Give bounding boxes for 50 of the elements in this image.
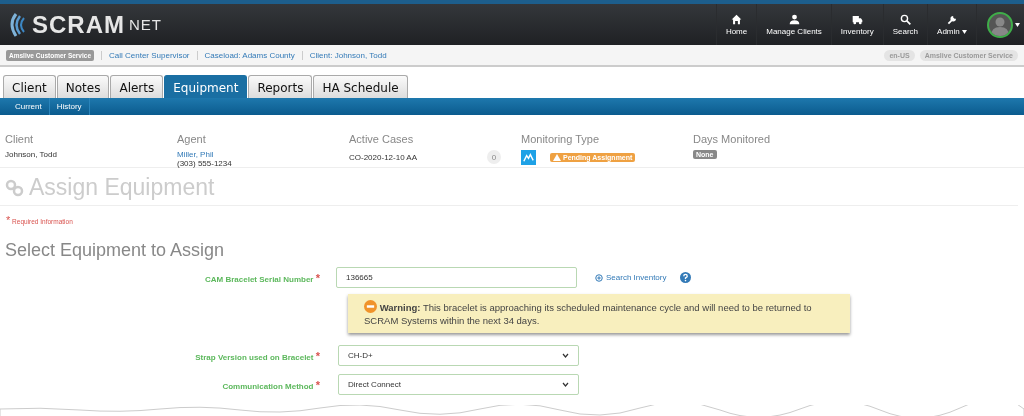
case-number: CO-2020-12-10 AA <box>349 152 418 162</box>
link-icon <box>5 178 25 197</box>
breadcrumb-link[interactable]: Caseload: Adams County <box>204 50 295 60</box>
logo-text: NET <box>129 16 162 33</box>
help-icon <box>680 272 692 283</box>
tab[interactable]: Alerts <box>110 75 164 98</box>
search-inventory-link[interactable]: Search Inventory <box>595 273 667 282</box>
agent-phone: (303) 555-1234 <box>177 159 233 168</box>
tab[interactable]: Equipment <box>164 75 248 98</box>
warning-icon <box>553 154 561 161</box>
field-label: Active Cases <box>349 133 415 145</box>
field-label: Days Monitored <box>693 133 772 145</box>
serial-input[interactable]: 136665 <box>336 267 577 288</box>
subnav-link[interactable]: Current <box>8 98 50 115</box>
tab[interactable]: Reports <box>248 75 313 98</box>
field-label: Strap Version used on Bracelet <box>195 352 314 362</box>
select-dropdown[interactable]: Direct Connect <box>338 374 579 395</box>
client-name: Johnson, Todd <box>5 150 58 159</box>
subnav-link[interactable]: History <box>49 98 90 115</box>
tab[interactable]: HA Schedule <box>313 75 408 98</box>
field-label: Monitoring Type <box>521 133 601 145</box>
field-label: Communication Method <box>222 381 314 391</box>
field-label: CAM Bracelet Serial Number <box>205 274 314 284</box>
chart-icon <box>521 150 536 165</box>
wrench-icon <box>946 13 958 25</box>
home-icon <box>731 13 743 25</box>
field-label: Agent <box>177 133 207 145</box>
count-badge: 0 <box>487 150 502 164</box>
section-title: Select Equipment to Assign <box>4 240 226 262</box>
breadcrumb-link[interactable]: Client: Johnson, Todd <box>309 50 387 60</box>
search-icon <box>899 13 911 25</box>
chevron-down-icon <box>562 353 569 358</box>
truck-icon <box>851 13 863 25</box>
required-mark: * <box>315 349 320 362</box>
agent-link[interactable]: Miller, Phil <box>177 150 349 159</box>
plus-circle-icon <box>595 273 603 282</box>
select-dropdown[interactable]: CH-D+ <box>338 345 579 366</box>
caret-icon <box>1015 22 1020 27</box>
breadcrumb-link[interactable]: Call Center Supervisor <box>109 50 190 60</box>
warning-alert: Warning: This bracelet is approaching its scheduled maintenance cycle and will need to be returned to SCRAM Systems within the next 34 days. <box>348 294 850 333</box>
chevron-down-icon <box>562 382 569 387</box>
person-icon <box>788 13 800 25</box>
minus-circle-icon <box>364 300 377 313</box>
required-mark: * <box>315 378 320 391</box>
logo-text: SCRAM <box>32 10 125 39</box>
tab[interactable]: Client <box>3 75 56 98</box>
tab[interactable]: Notes <box>56 75 110 98</box>
field-label: Client <box>5 133 35 145</box>
required-mark: * <box>315 271 320 284</box>
user-avatar[interactable] <box>987 11 1013 38</box>
